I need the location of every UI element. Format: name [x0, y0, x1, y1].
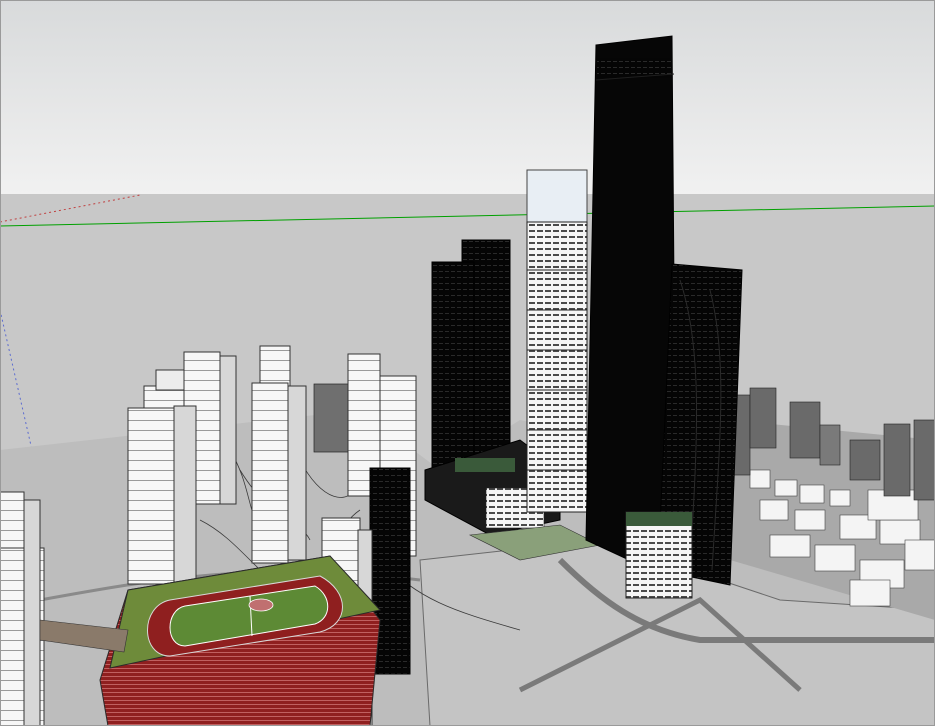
model-viewport[interactable] [0, 0, 935, 726]
city-model-scene[interactable] [0, 0, 935, 726]
dark-twin-towers [431, 239, 511, 483]
white-office-tower [526, 169, 588, 513]
right-podium [625, 511, 693, 599]
grey-tower [313, 383, 351, 453]
sky [0, 0, 935, 194]
foreground-towers-left [0, 491, 45, 726]
